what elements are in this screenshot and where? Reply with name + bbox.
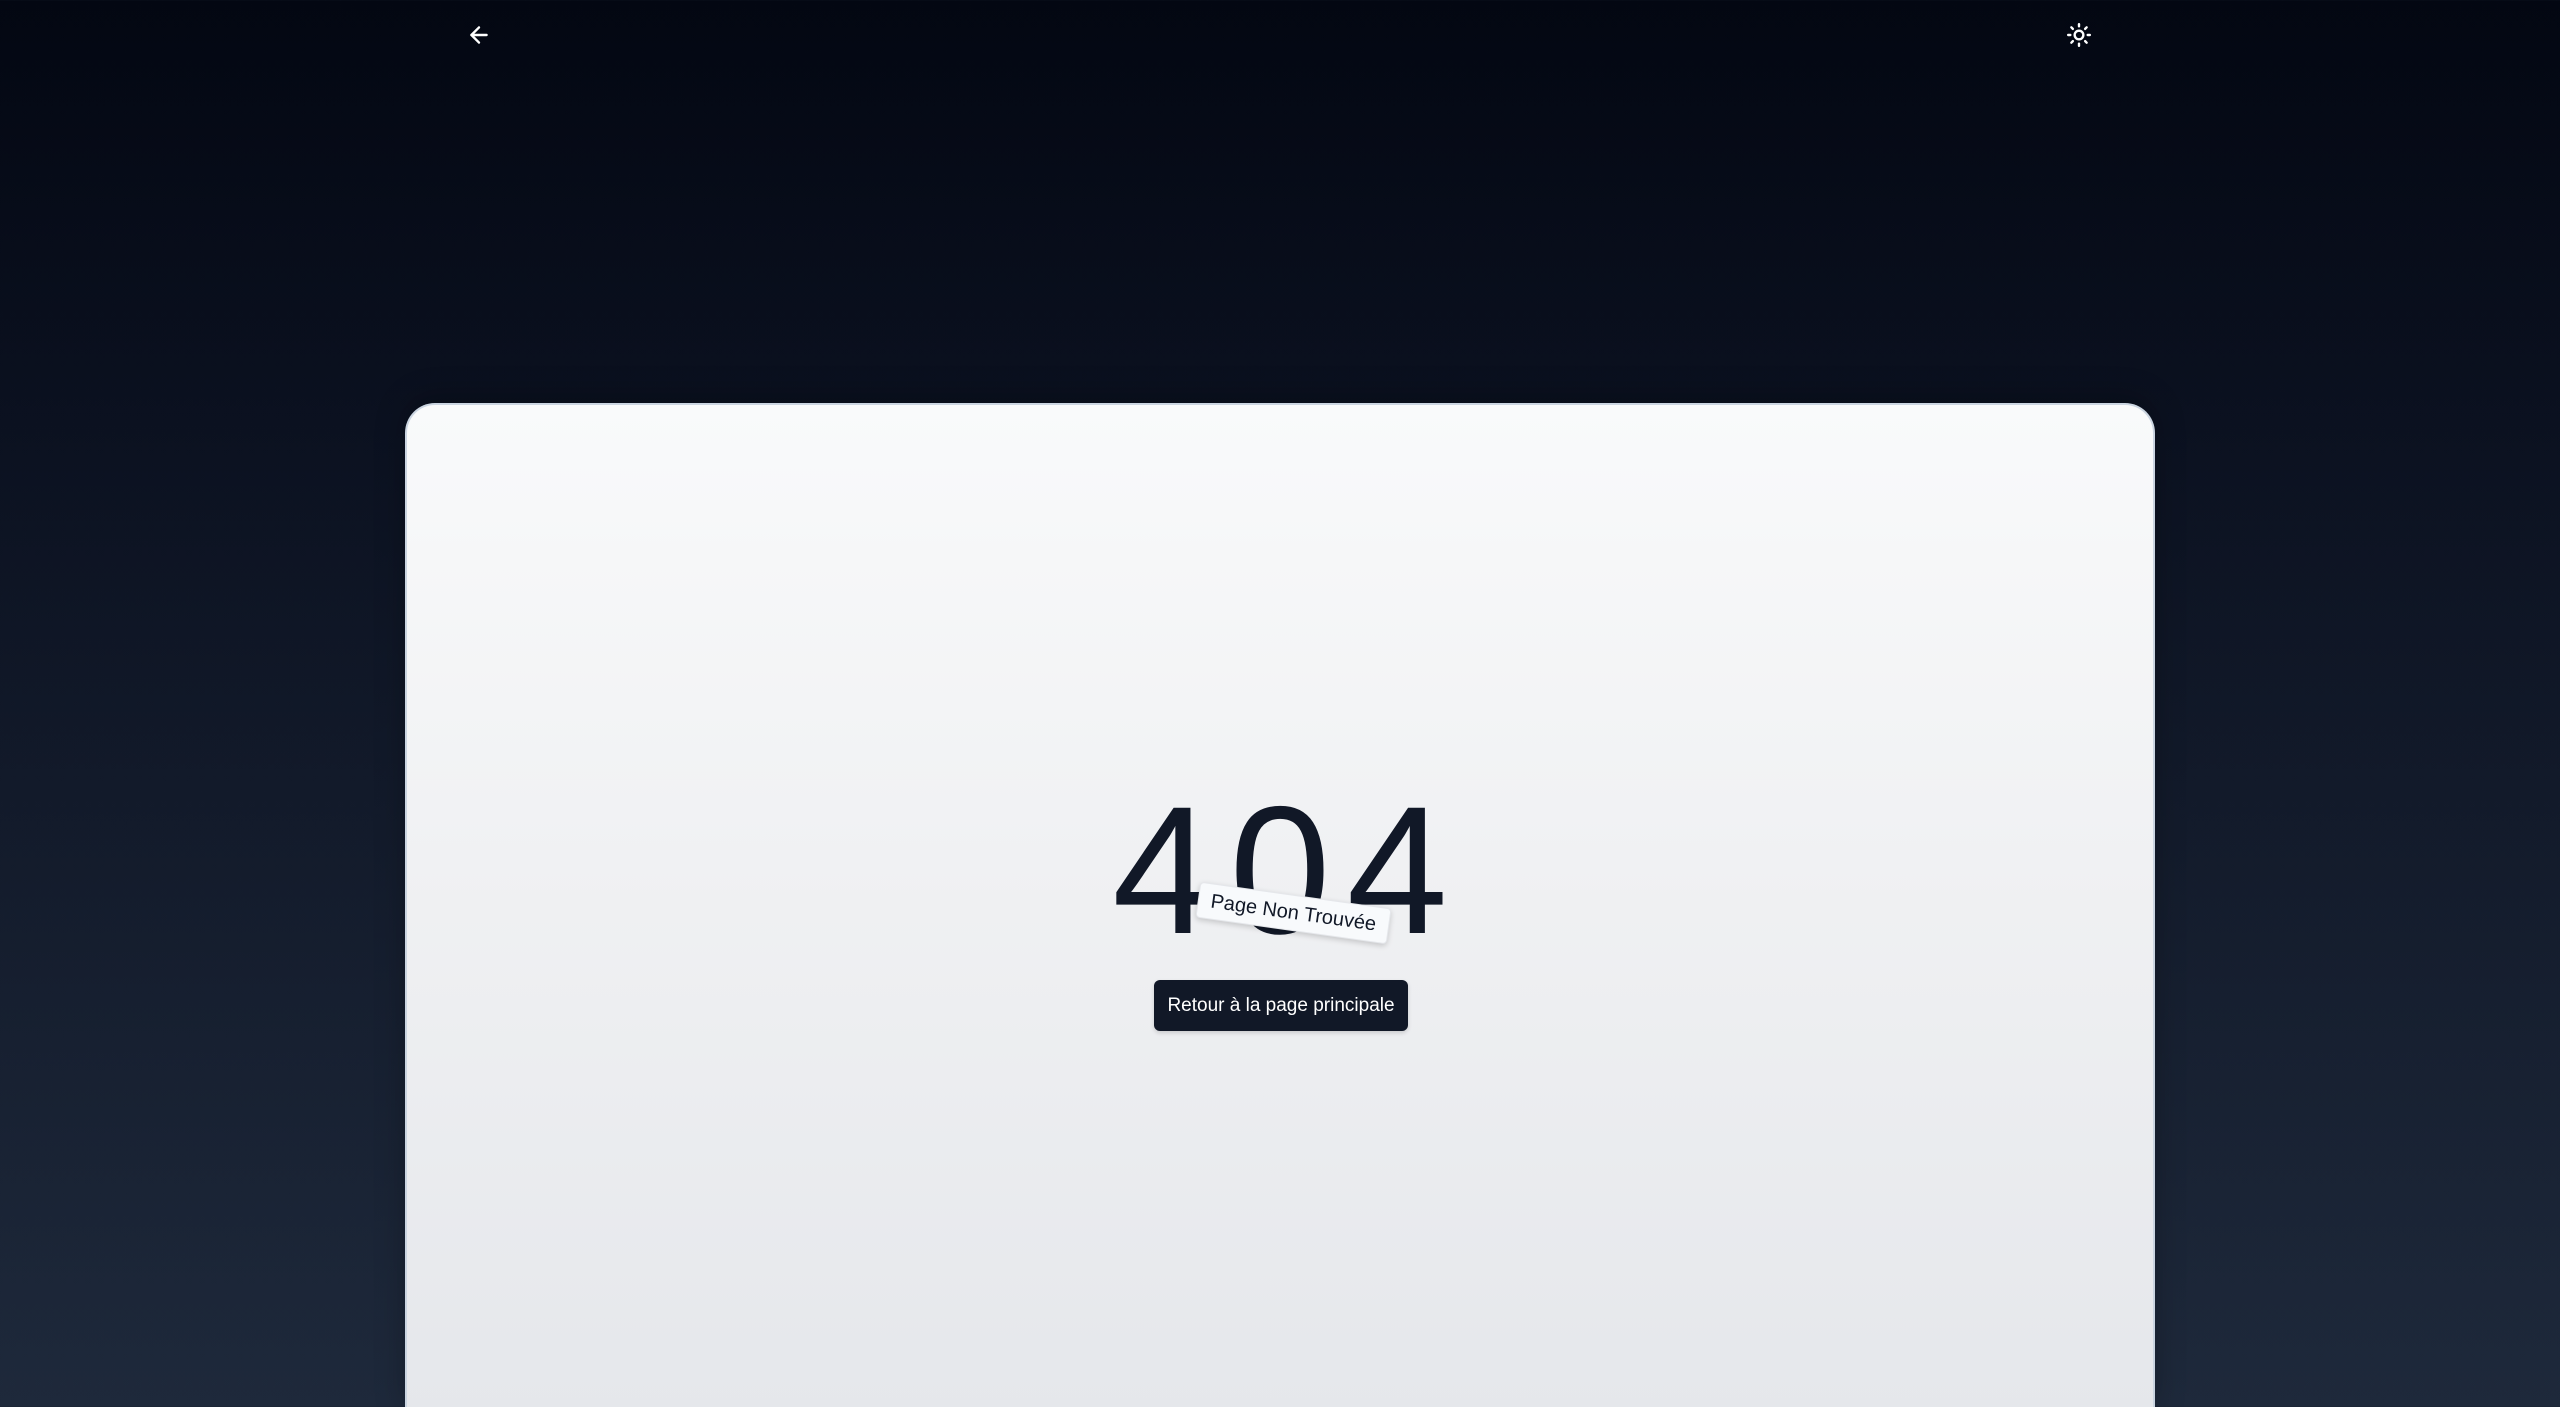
back-button[interactable] — [460, 16, 498, 54]
theme-toggle-button[interactable] — [2060, 16, 2098, 54]
sun-icon — [2066, 22, 2092, 48]
error-block: 404 Page Non Trouvée — [407, 779, 2153, 961]
content-card: 404 Page Non Trouvée Retour à la page pr… — [405, 403, 2155, 1407]
home-button[interactable]: Retour à la page principale — [1154, 980, 1408, 1031]
top-bar — [0, 0, 2560, 70]
arrow-left-icon — [470, 26, 488, 44]
